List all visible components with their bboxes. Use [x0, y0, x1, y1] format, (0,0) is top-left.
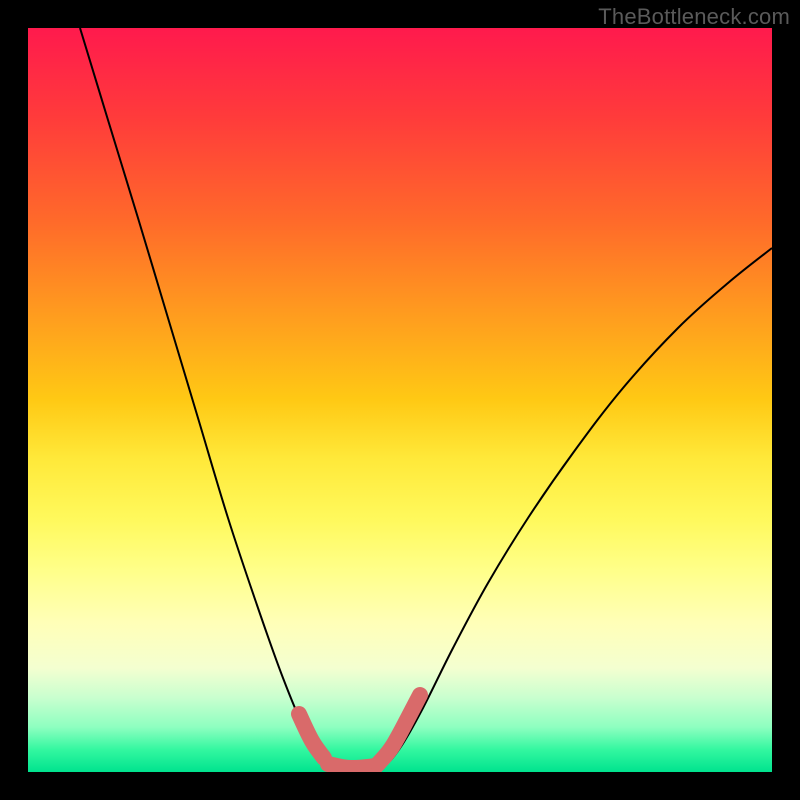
plot-area: [28, 28, 772, 772]
chart-frame: TheBottleneck.com: [0, 0, 800, 800]
watermark-text: TheBottleneck.com: [598, 4, 790, 30]
highlight-segment-left: [299, 714, 324, 758]
bottleneck-curve: [80, 28, 772, 770]
highlight-segment-right: [378, 695, 420, 764]
highlight-segment-bottom: [328, 764, 376, 768]
chart-svg: [28, 28, 772, 772]
